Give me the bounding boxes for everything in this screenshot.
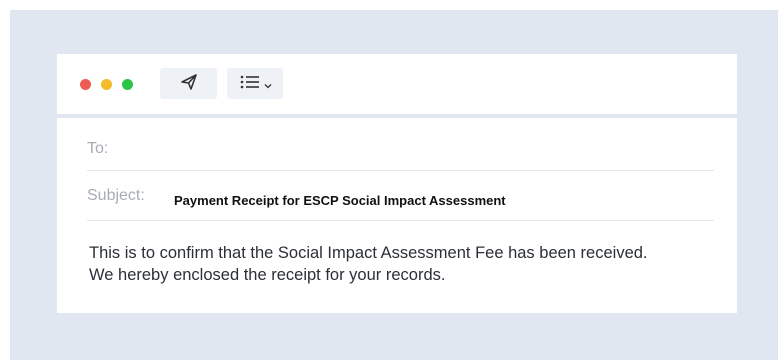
subject-field[interactable]: Subject: Payment Receipt for ESCP Social… [87,170,714,221]
message-body[interactable]: This is to confirm that the Social Impac… [89,242,729,286]
subject-label: Subject: [87,187,145,204]
body-line: We hereby enclosed the receipt for your … [89,266,446,284]
to-field[interactable]: To: [87,128,714,171]
body-line: This is to confirm that the Social Impac… [89,244,648,262]
list-icon [239,74,261,94]
to-label: To: [87,140,109,157]
chevron-down-icon [264,74,272,93]
subject-value: Payment Receipt for ESCP Social Impact A… [174,193,506,208]
window-maximize-button[interactable] [122,79,133,90]
compose-toolbar [57,54,737,114]
format-list-dropdown[interactable] [227,68,283,99]
paper-plane-icon [180,73,198,95]
window-close-button[interactable] [80,79,91,90]
window-minimize-button[interactable] [101,79,112,90]
send-button[interactable] [160,68,217,99]
